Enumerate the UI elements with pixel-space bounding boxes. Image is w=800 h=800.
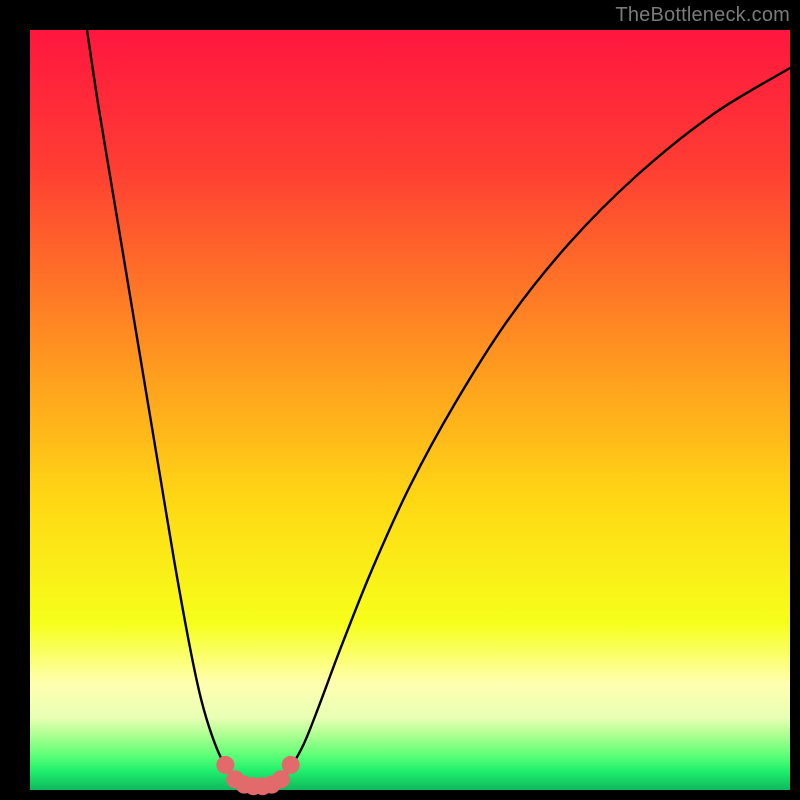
bottleneck-chart [0, 0, 800, 800]
watermark-text: TheBottleneck.com [615, 4, 790, 27]
trough-point [282, 756, 300, 774]
chart-frame: TheBottleneck.com [0, 0, 800, 800]
plot-background [30, 30, 790, 790]
